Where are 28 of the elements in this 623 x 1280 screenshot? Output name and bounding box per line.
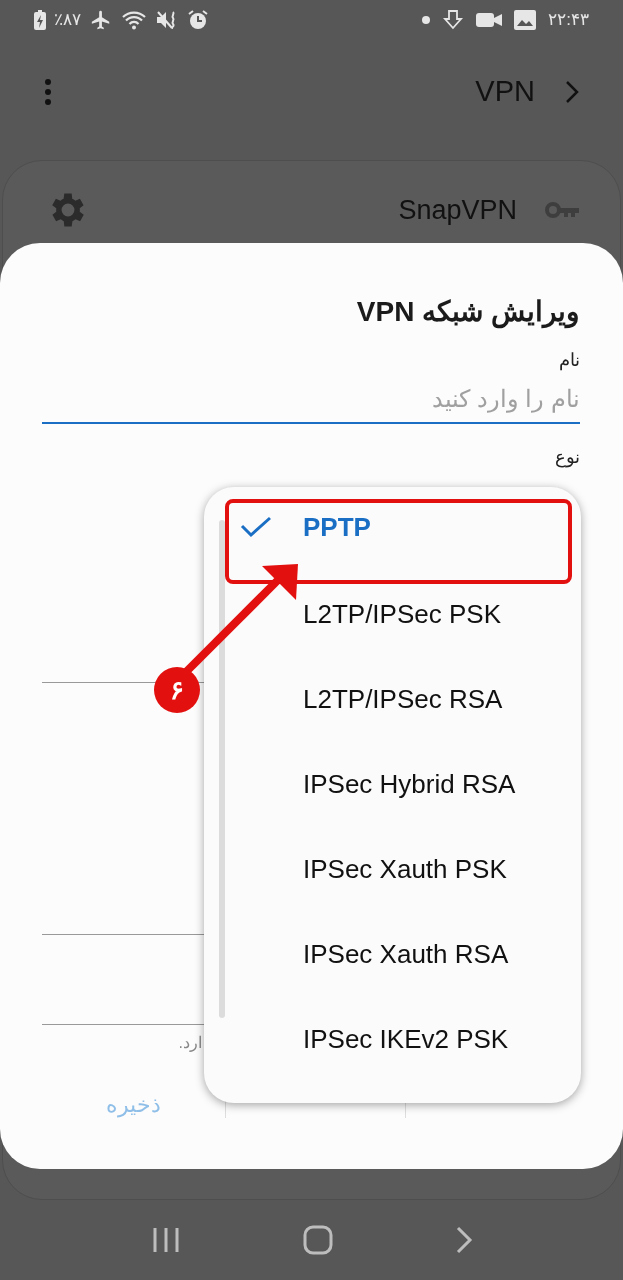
menu-option[interactable]: IPSec IKEv2 PSK [303, 1020, 509, 1059]
back-chevron-icon[interactable] [454, 1225, 473, 1255]
image-icon [514, 10, 537, 30]
menu-option[interactable]: IPSec Xauth RSA [303, 935, 509, 974]
download-icon [442, 9, 465, 31]
battery-charging-icon [34, 10, 46, 30]
dot-icon [422, 16, 431, 24]
wifi-icon [121, 9, 147, 31]
hint-text: ارد. [178, 1033, 202, 1054]
clock-time: ۲۲:۴۳ [548, 9, 589, 32]
more-options-icon[interactable] [44, 79, 52, 105]
battery-percent: ٪۸۷ [54, 9, 81, 32]
home-icon[interactable] [301, 1224, 334, 1256]
menu-option[interactable]: PPTP [303, 508, 371, 547]
field-label: نام [559, 349, 580, 373]
key-icon [545, 200, 581, 220]
menu-option[interactable]: IPSec Hybrid RSA [303, 765, 516, 804]
name-input-field[interactable]: نام را وارد کنید [42, 376, 580, 424]
check-icon [240, 516, 272, 538]
menu-option[interactable]: L2TP/IPSec PSK [303, 595, 501, 634]
alarm-icon [187, 9, 209, 31]
dialog-title: ویرایش شبکه VPN [356, 295, 580, 331]
back-chevron-icon[interactable] [565, 80, 579, 104]
field-label: نوع [555, 446, 580, 470]
menu-option[interactable]: L2TP/IPSec RSA [303, 680, 503, 719]
video-camera-icon [476, 10, 503, 30]
menu-option[interactable]: IPSec Xauth PSK [303, 850, 507, 889]
screen-title: VPN [475, 74, 535, 110]
